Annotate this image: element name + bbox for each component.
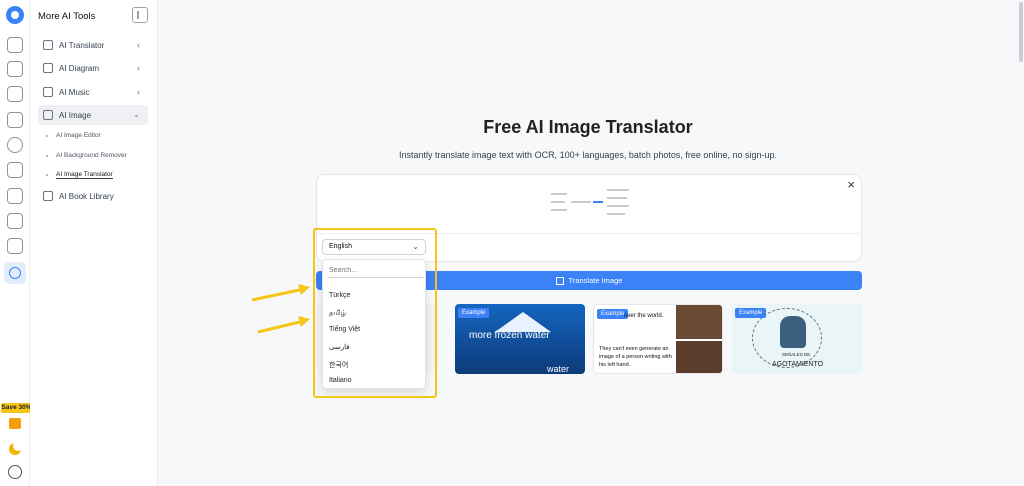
sidebar-sub-ai-image-translator[interactable]: AI Image Translator <box>46 171 113 179</box>
sidebar-item-ai-book-library[interactable]: AI Book Library <box>38 186 148 206</box>
edit-icon[interactable] <box>7 162 23 178</box>
ai-chat-icon[interactable] <box>7 112 23 128</box>
book-library-icon <box>43 191 53 201</box>
scrollbar[interactable] <box>1018 0 1024 486</box>
sidebar-sub-ai-background-remover[interactable]: AI Background Remover <box>46 152 127 159</box>
sidebar-item-ai-translator[interactable]: AI Translator ‹ <box>38 35 148 55</box>
sidebar-item-label: AI Music <box>59 87 90 97</box>
ai-bot-icon[interactable] <box>7 238 23 254</box>
more-tools-icon[interactable] <box>4 262 26 284</box>
uploaded-image-preview <box>547 183 637 223</box>
chevron-left-icon: ‹ <box>137 87 140 97</box>
sidebar-sub-ai-image-editor[interactable]: AI Image Editor <box>46 132 101 139</box>
dark-mode-icon[interactable] <box>9 441 23 455</box>
example-text: AGOTAMIENTO <box>772 361 824 368</box>
hourglass-icon[interactable] <box>7 137 23 153</box>
translate-icon <box>43 40 53 50</box>
sidebar-title: More AI Tools <box>38 11 96 22</box>
example-badge: Example <box>458 308 490 318</box>
close-icon[interactable]: × <box>847 177 855 193</box>
video-icon[interactable] <box>7 37 23 53</box>
gift-icon[interactable] <box>9 418 21 429</box>
sidebar-item-ai-image[interactable]: AI Image ⌄ <box>38 105 148 125</box>
chevron-left-icon: ‹ <box>137 40 140 50</box>
chevron-left-icon: ‹ <box>137 63 140 73</box>
example-image-iceberg[interactable]: Example more frozen water water <box>455 304 585 374</box>
document-icon[interactable] <box>7 86 23 102</box>
sidebar: More AI Tools AI Translator ‹ AI Diagram… <box>30 0 158 486</box>
sidebar-item-ai-diagram[interactable]: AI Diagram ‹ <box>38 58 148 78</box>
image-icon <box>43 110 53 120</box>
music-icon <box>43 87 53 97</box>
save-badge[interactable]: Save 30% <box>1 403 32 413</box>
example-text: more frozen water <box>469 330 550 341</box>
sidebar-item-label: AI Image <box>59 110 92 120</box>
chevron-down-icon: ⌄ <box>133 110 140 119</box>
presentation-icon[interactable] <box>7 213 23 229</box>
example-text: SEÑALES DE <box>782 352 811 357</box>
example-badge: Example <box>735 308 767 318</box>
sidebar-item-label: AI Translator <box>59 40 105 50</box>
icon-rail: Save 30% <box>0 0 32 486</box>
collapse-sidebar-icon[interactable] <box>132 7 148 23</box>
page-subtitle: Instantly translate image text with OCR,… <box>399 150 777 160</box>
user-icon[interactable] <box>8 465 22 479</box>
sidebar-item-ai-music[interactable]: AI Music ‹ <box>38 82 148 102</box>
cc-icon[interactable] <box>7 61 23 77</box>
example-text: They can't even generate an image of a p… <box>599 346 672 368</box>
app-logo-icon[interactable] <box>6 6 24 24</box>
annotation-arrow-icon <box>251 284 310 334</box>
sidebar-item-label: AI Book Library <box>59 191 114 201</box>
sidebar-item-label: AI Diagram <box>59 63 100 73</box>
annotation-highlight-box <box>313 228 437 398</box>
book-icon[interactable] <box>7 188 23 204</box>
example-image-poster[interactable]: Example SEÑALES DE AGOTAMIENTO <box>732 304 862 374</box>
diagram-icon <box>43 63 53 73</box>
example-image-meme[interactable]: Example over the world. They can't even … <box>593 304 723 374</box>
translate-icon <box>555 276 564 285</box>
example-text: water <box>547 364 570 374</box>
example-text: over the world. <box>624 313 664 319</box>
page-title: Free AI Image Translator <box>483 117 693 137</box>
